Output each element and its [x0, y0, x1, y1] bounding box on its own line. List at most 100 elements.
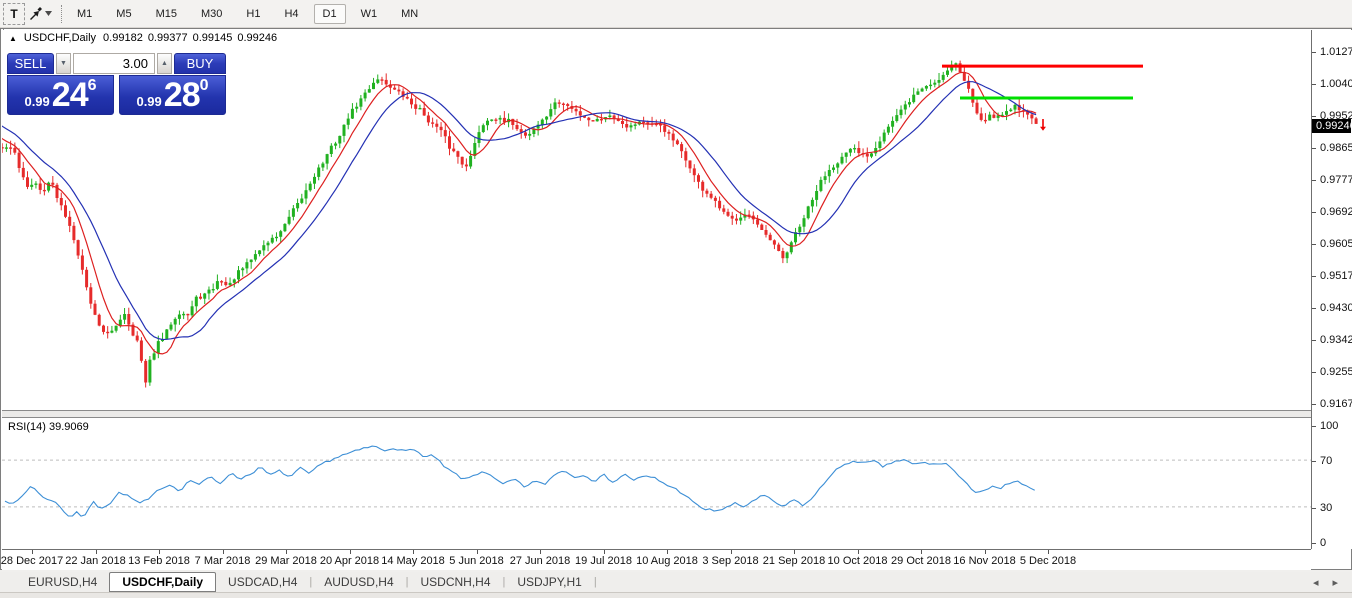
chart-tab-usdchf[interactable]: USDCHF,Daily: [109, 572, 216, 592]
date-axis[interactable]: 28 Dec 201722 Jan 201813 Feb 20187 Mar 2…: [2, 549, 1311, 570]
collapse-icon[interactable]: ▲: [9, 34, 17, 43]
timeframe-button-group: M1 M5 M15 M30 H1 H4 D1 W1MN: [68, 4, 427, 24]
date-tick-4: [286, 550, 287, 554]
volume-increase-button[interactable]: ▲: [157, 53, 172, 74]
top-toolbar: T M1 M5 M15 M30 H1 H4 D1 W1MN: [0, 0, 1352, 28]
sell-price-big: 24: [52, 78, 88, 112]
tab-scroll-controls: ◂▸: [1313, 572, 1352, 592]
chart-tab-audusd[interactable]: AUDUSD,H4: [312, 572, 405, 592]
tab-scroll-left-icon[interactable]: ◂: [1313, 576, 1319, 589]
date-label-16: 5 Dec 2018: [1020, 555, 1076, 567]
timeframe-button-mn[interactable]: MN: [392, 4, 427, 24]
date-tick-16: [1048, 550, 1049, 554]
indicator-splitter[interactable]: [2, 410, 1311, 418]
text-tool-button[interactable]: T: [3, 3, 25, 25]
date-tick-8: [540, 550, 541, 554]
date-label-0: 28 Dec 2017: [1, 555, 63, 567]
price-label-0.91675: 0.91675: [1320, 398, 1352, 410]
date-tick-1: [96, 550, 97, 554]
rsi-axis-label-70: 70: [1320, 455, 1332, 467]
rsi-axis-label-0: 0: [1320, 537, 1326, 549]
buy-price-prefix: 0.99: [136, 94, 161, 109]
date-label-15: 16 Nov 2018: [953, 555, 1015, 567]
date-tick-13: [858, 550, 859, 554]
rsi-axis-label-30: 30: [1320, 502, 1332, 514]
chart-window-usdchf: ▲ USDCHF,Daily 0.99182 0.99377 0.99145 0…: [0, 28, 1352, 570]
rsi-indicator-canvas[interactable]: [2, 418, 1311, 549]
price-label-0.99525: 0.99525: [1320, 110, 1352, 122]
rsi-line: [5, 446, 1035, 516]
timeframe-button-h1[interactable]: H1: [237, 4, 269, 24]
date-tick-14: [921, 550, 922, 554]
buy-button-label: BUY: [187, 56, 214, 71]
volume-input[interactable]: 3.00: [73, 53, 155, 74]
rsi-axis-label-100-tick: [1312, 426, 1316, 427]
window-bottom-edge: [0, 592, 1352, 598]
sell-price-pip: 6: [88, 77, 97, 95]
ohlc-high: 0.99377: [148, 32, 188, 44]
timeframe-button-d1[interactable]: D1: [314, 4, 346, 24]
date-label-4: 29 Mar 2018: [255, 555, 317, 567]
toolbar-drag-handle[interactable]: [61, 5, 62, 23]
timeframe-button-m30[interactable]: M30: [192, 4, 231, 24]
rsi-axis-label-30-tick: [1312, 508, 1316, 509]
date-tick-10: [667, 550, 668, 554]
price-label-0.91675-tick: [1312, 404, 1316, 405]
date-label-2: 13 Feb 2018: [128, 555, 190, 567]
chart-tab-bar: EURUSD,H4USDCHF,DailyUSDCAD,H4|AUDUSD,H4…: [0, 572, 1352, 592]
sell-button-label: SELL: [15, 56, 47, 71]
timeframe-button-m1[interactable]: M1: [68, 4, 101, 24]
buy-button[interactable]: BUY: [174, 53, 226, 74]
date-label-9: 19 Jul 2018: [575, 555, 632, 567]
price-label-0.97775-tick: [1312, 180, 1316, 181]
timeframe-button-w1[interactable]: W1: [352, 4, 387, 24]
price-label-0.93425-tick: [1312, 340, 1316, 341]
chart-tab-usdjpy[interactable]: USDJPY,H1: [505, 572, 593, 592]
date-tick-0: [32, 550, 33, 554]
sell-button[interactable]: SELL: [7, 53, 54, 74]
ohlc-readout: 0.99182 0.99377 0.99145 0.99246: [103, 32, 277, 44]
chart-tab-usdcad[interactable]: USDCAD,H4: [216, 572, 309, 592]
price-label-0.99525-tick: [1312, 116, 1316, 117]
date-label-14: 29 Oct 2018: [891, 555, 951, 567]
chart-tab-eurusd[interactable]: EURUSD,H4: [16, 572, 109, 592]
price-label-0.93425: 0.93425: [1320, 334, 1352, 346]
date-tick-7: [477, 550, 478, 554]
date-tick-5: [350, 550, 351, 554]
spin-down-icon: ▼: [60, 60, 67, 67]
date-label-10: 10 Aug 2018: [636, 555, 698, 567]
timeframe-button-h4[interactable]: H4: [275, 4, 307, 24]
date-label-5: 20 Apr 2018: [320, 555, 379, 567]
arrange-charts-icon: [28, 6, 43, 21]
ohlc-low: 0.99145: [193, 32, 233, 44]
price-label-0.97775: 0.97775: [1320, 174, 1352, 186]
price-label-0.92550-tick: [1312, 372, 1316, 373]
date-label-13: 10 Oct 2018: [828, 555, 888, 567]
price-label-0.98650: 0.98650: [1320, 142, 1352, 154]
price-label-0.94300: 0.94300: [1320, 302, 1352, 314]
sell-price-box[interactable]: 0.99 24 6: [7, 75, 114, 115]
date-label-11: 3 Sep 2018: [702, 555, 758, 567]
buy-price-box[interactable]: 0.99 28 0: [119, 75, 226, 115]
price-label-1.01275-tick: [1312, 52, 1316, 53]
timeframe-button-m15[interactable]: M15: [147, 4, 186, 24]
text-tool-label: T: [10, 7, 17, 21]
price-label-0.95175-tick: [1312, 276, 1316, 277]
chart-tab-usdcnh[interactable]: USDCNH,H4: [408, 572, 502, 592]
tab-scroll-right-icon[interactable]: ▸: [1332, 576, 1338, 589]
sell-arrow-marker: [1040, 119, 1046, 131]
timeframe-button-m5[interactable]: M5: [107, 4, 140, 24]
buy-price-pip: 0: [200, 77, 209, 95]
date-label-1: 22 Jan 2018: [65, 555, 126, 567]
chart-title-bar: ▲ USDCHF,Daily 0.99182 0.99377 0.99145 0…: [9, 32, 277, 44]
arrange-charts-button[interactable]: [25, 3, 55, 25]
price-axis[interactable]: 0.99246 1.012751.004000.995250.986500.97…: [1311, 30, 1352, 549]
price-label-0.92550: 0.92550: [1320, 366, 1352, 378]
date-label-8: 27 Jun 2018: [510, 555, 571, 567]
volume-decrease-button[interactable]: ▼: [56, 53, 71, 74]
price-label-1.00400: 1.00400: [1320, 78, 1352, 90]
date-tick-3: [223, 550, 224, 554]
ma-slow-line: [2, 82, 1036, 340]
rsi-axis-label-70-tick: [1312, 461, 1316, 462]
rsi-axis-label-0-tick: [1312, 543, 1316, 544]
